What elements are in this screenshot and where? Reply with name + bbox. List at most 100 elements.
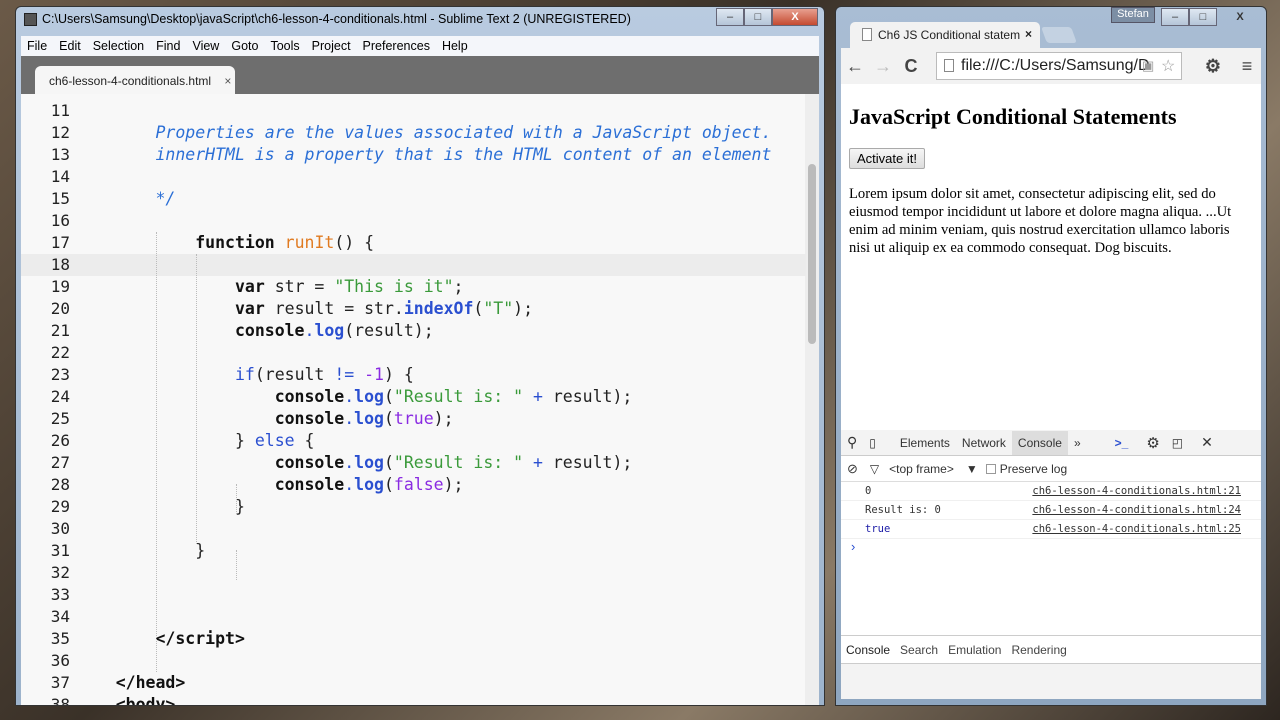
menu-help[interactable]: Help (436, 39, 474, 53)
close-tab-icon[interactable]: × (224, 74, 231, 88)
browser-tab[interactable]: Ch6 JS Conditional statem × (850, 22, 1040, 48)
code-line[interactable]: 22 (21, 342, 806, 364)
more-tabs-icon[interactable]: » (1068, 436, 1087, 450)
page-icon (862, 28, 872, 41)
code-token: + (533, 453, 543, 472)
menu-goto[interactable]: Goto (225, 39, 264, 53)
code-line[interactable]: 14 (21, 166, 806, 188)
code-line[interactable]: 37 </head> (21, 672, 806, 694)
code-line[interactable]: 29 } (21, 496, 806, 518)
drawer-tab-rendering[interactable]: Rendering (1006, 643, 1071, 657)
code-line[interactable]: 12 Properties are the values associated … (21, 122, 806, 144)
close-button[interactable]: X (1217, 8, 1263, 26)
code-line[interactable]: 19 var str = "This is it"; (21, 276, 806, 298)
back-icon[interactable]: ← (841, 56, 869, 77)
file-tab[interactable]: ch6-lesson-4-conditionals.html × (35, 66, 235, 94)
drawer-tab-search[interactable]: Search (895, 643, 943, 657)
device-icon[interactable]: ▯ (863, 436, 882, 450)
address-bar[interactable]: file:///C:/Users/Samsung/D ▣ ☆ (936, 52, 1182, 80)
drawer-tab-emulation[interactable]: Emulation (943, 643, 1006, 657)
menu-edit[interactable]: Edit (53, 39, 87, 53)
code-line[interactable]: 30 (21, 518, 806, 540)
code-line[interactable]: 36 (21, 650, 806, 672)
code-line[interactable]: 18 (21, 254, 806, 276)
star-icon[interactable]: ☆ (1161, 56, 1175, 76)
menu-preferences[interactable]: Preferences (357, 39, 436, 53)
new-tab-button[interactable] (1041, 27, 1077, 43)
code-line[interactable]: 13 innerHTML is a property that is the H… (21, 144, 806, 166)
console-source-link[interactable]: ch6-lesson-4-conditionals.html:21 (1032, 482, 1241, 501)
reload-icon[interactable]: C (897, 56, 925, 77)
close-tab-icon[interactable]: × (1025, 27, 1032, 41)
code-line[interactable]: 11 (21, 100, 806, 122)
console-prompt[interactable]: › (841, 539, 1261, 554)
code-line[interactable]: 24 console.log("Result is: " + result); (21, 386, 806, 408)
console-filter-bar: ⊘ ▽ <top frame> ▼ Preserve log (841, 456, 1261, 482)
code-line[interactable]: 17 function runIt() { (21, 232, 806, 254)
menu-project[interactable]: Project (306, 39, 357, 53)
console-source-link[interactable]: ch6-lesson-4-conditionals.html:25 (1032, 520, 1241, 539)
editor-scrollbar[interactable] (805, 94, 819, 705)
code-line[interactable]: 31 } (21, 540, 806, 562)
console-messages: 0 ch6-lesson-4-conditionals.html:21 Result… (841, 482, 1261, 539)
code-line[interactable]: 28 console.log(false); (21, 474, 806, 496)
translate-icon[interactable]: ▣ (1142, 58, 1154, 74)
frame-select[interactable]: <top frame> (885, 462, 958, 476)
dock-icon[interactable]: ◰ (1166, 436, 1189, 450)
code-line[interactable]: 26 } else { (21, 430, 806, 452)
close-devtools-icon[interactable]: ✕ (1195, 434, 1219, 451)
search-icon[interactable]: ⚲ (841, 434, 863, 451)
menu-file[interactable]: File (21, 39, 53, 53)
maximize-button[interactable]: □ (1189, 8, 1217, 26)
code-line[interactable]: 27 console.log("Result is: " + result); (21, 452, 806, 474)
gear-icon[interactable]: ⚙ (1199, 56, 1227, 77)
tab-console[interactable]: Console (1011, 430, 1068, 455)
menu-icon[interactable]: ≡ (1233, 56, 1261, 77)
code-line[interactable]: 15 */ (21, 188, 806, 210)
console-drawer-icon[interactable]: >_ (1109, 436, 1135, 450)
code-editor[interactable]: 11 12 Properties are the values associate… (21, 94, 819, 705)
close-button[interactable]: X (772, 8, 818, 26)
code-line[interactable]: 23 if(result != -1) { (21, 364, 806, 386)
line-number: 37 (50, 673, 70, 692)
filter-icon[interactable]: ▽ (864, 462, 885, 476)
menu-view[interactable]: View (186, 39, 225, 53)
code-line[interactable]: 21 console.log(result); (21, 320, 806, 342)
code-token: log (354, 409, 384, 428)
activate-button[interactable]: Activate it! (849, 148, 925, 169)
tab-network[interactable]: Network (956, 436, 1012, 450)
drawer-tab-console[interactable]: Console (841, 642, 896, 657)
menu-find[interactable]: Find (150, 39, 186, 53)
forward-icon[interactable]: → (869, 56, 897, 77)
gear-icon[interactable]: ⚙ (1140, 434, 1165, 452)
user-badge[interactable]: Stefan (1111, 7, 1155, 23)
code-token: + (533, 387, 543, 406)
code-line[interactable]: 35 </script> (21, 628, 806, 650)
code-line[interactable]: 38 <body> (21, 694, 806, 705)
preserve-log-checkbox[interactable] (985, 463, 996, 474)
code-line[interactable]: 32 (21, 562, 806, 584)
code-line[interactable]: 25 console.log(true); (21, 408, 806, 430)
tab-bar: ch6-lesson-4-conditionals.html × (21, 56, 819, 94)
code-token: if (234, 365, 255, 384)
minimize-button[interactable]: – (1161, 8, 1189, 26)
code-line[interactable]: 16 (21, 210, 806, 232)
console-source-link[interactable]: ch6-lesson-4-conditionals.html:24 (1032, 501, 1241, 520)
menu-selection[interactable]: Selection (87, 39, 150, 53)
code-line[interactable]: 34 (21, 606, 806, 628)
minimize-button[interactable]: – (716, 8, 744, 26)
scrollbar-thumb[interactable] (808, 164, 816, 344)
tab-elements[interactable]: Elements (894, 436, 956, 450)
code-line[interactable]: 20 var result = str.indexOf("T"); (21, 298, 806, 320)
maximize-button[interactable]: □ (744, 8, 772, 26)
code-token: () { (334, 233, 375, 252)
code-token: str = (264, 277, 335, 296)
line-number: 23 (50, 365, 70, 384)
clear-console-icon[interactable]: ⊘ (841, 461, 864, 477)
frame-dropdown-icon[interactable]: ▼ (958, 462, 986, 476)
menu-tools[interactable]: Tools (264, 39, 305, 53)
code-token: != (334, 365, 355, 384)
code-line[interactable]: 33 (21, 584, 806, 606)
